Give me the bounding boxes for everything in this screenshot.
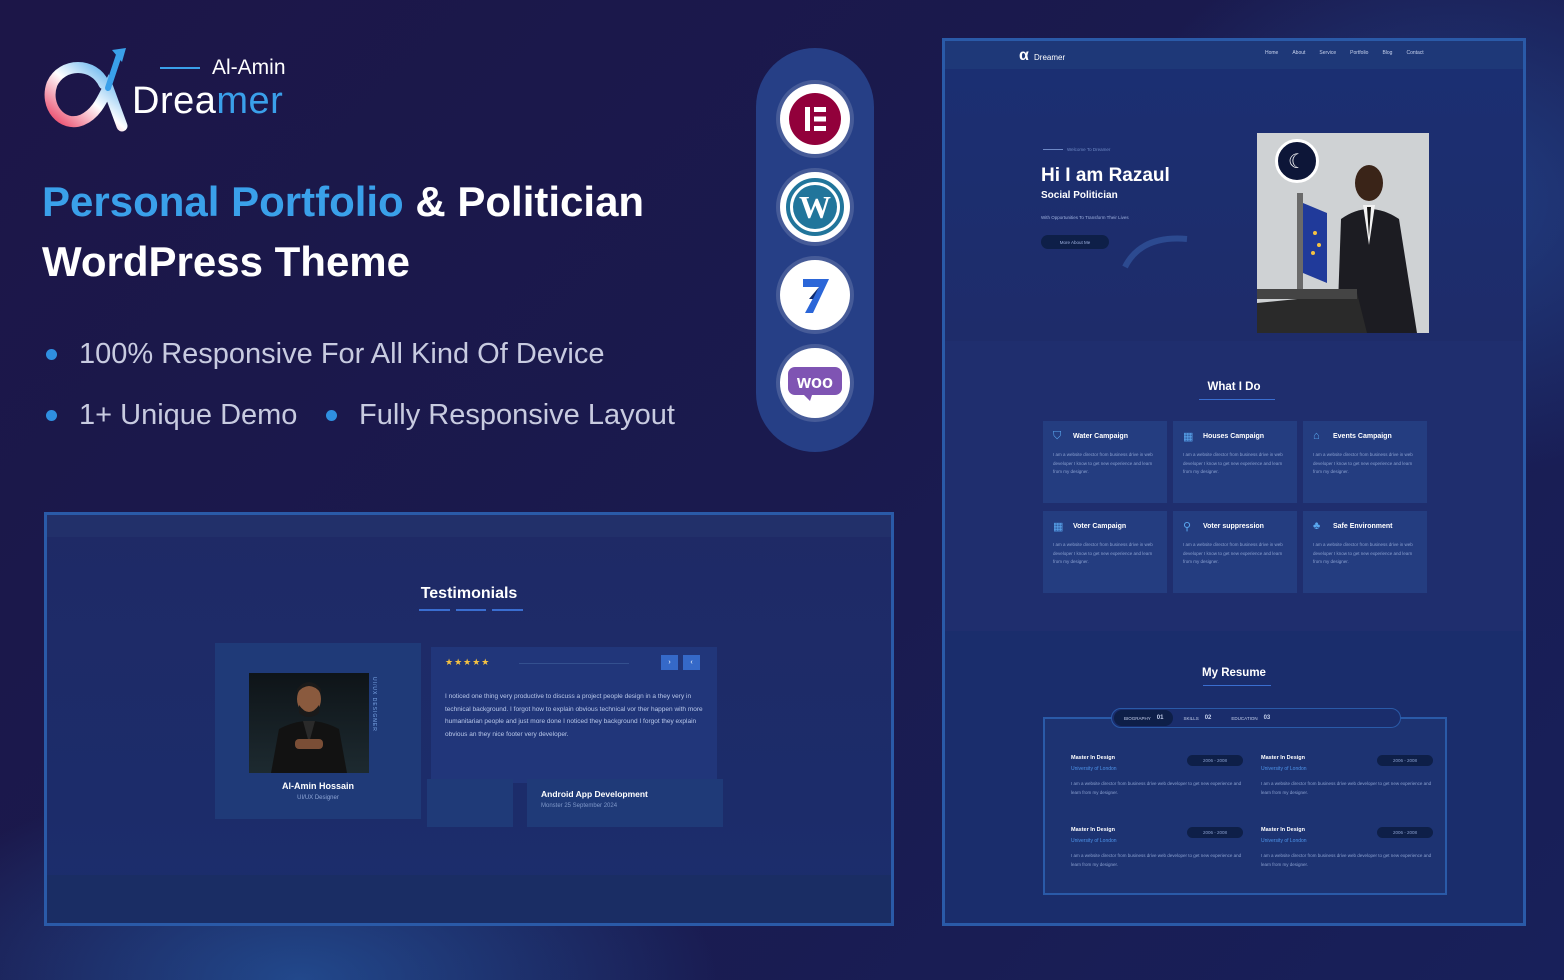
brand-name: Dreamer	[132, 80, 284, 122]
title-underline	[1199, 399, 1275, 400]
resume-item: Master In Design University of London 2006…	[1261, 827, 1433, 867]
title-line-2: WordPress Theme	[42, 238, 411, 285]
site-logo-text: Dreamer	[1034, 53, 1066, 62]
title-underline	[1203, 685, 1271, 686]
hero-tagline: With Opportunities To Transform Their Li…	[1041, 215, 1129, 220]
tree-icon: ♣	[1313, 520, 1321, 532]
tab-education[interactable]: EDUCATION 03	[1221, 710, 1280, 726]
more-about-button[interactable]: More About Me	[1041, 235, 1109, 249]
wordpress-icon: W	[780, 172, 850, 242]
resume-section: My Resume Master In Design University of …	[945, 631, 1523, 923]
what-i-do-title: What I Do	[1207, 381, 1261, 393]
bullet-icon	[46, 349, 57, 360]
panel-top-band	[47, 515, 891, 537]
nav-link-service[interactable]: Service	[1319, 50, 1336, 56]
calendar-icon: ▦	[1183, 431, 1194, 443]
testimonial-person-card: UI/UX DESIGNER Al-Amin Hossain UI/UX Des…	[215, 643, 421, 819]
resume-item: Master In Design University of London 2006…	[1261, 755, 1433, 795]
hero-section: Welcome To Dreamer Hi I am Razaul Social…	[945, 69, 1523, 341]
brand-logo: Al-Amin Dreamer	[42, 44, 302, 134]
service-card[interactable]: ▦ Voter Campaign I am a website director f…	[1043, 511, 1167, 593]
hero-welcome: Welcome To Dreamer	[1043, 147, 1110, 152]
title-highlight: Personal Portfolio	[42, 178, 404, 225]
tab-biography[interactable]: BIOGRAPHY 01	[1114, 710, 1174, 726]
dark-mode-toggle[interactable]: ☾	[1275, 139, 1319, 183]
project-title: Android App Development	[541, 789, 648, 799]
project-card[interactable]: Android App Development Monster 25 Septe…	[527, 779, 723, 827]
feature-item: 1+ Unique Demo	[46, 399, 297, 432]
bullet-icon	[46, 410, 57, 421]
service-card[interactable]: ⛉ Water Campaign I am a website director f…	[1043, 421, 1167, 503]
brand-top-word: Al-Amin	[160, 56, 286, 80]
feature-item: Fully Responsive Layout	[326, 399, 675, 432]
site-nav-links: Home About Service Portfolio Blog Contac…	[1265, 50, 1424, 56]
nav-link-portfolio[interactable]: Portfolio	[1350, 50, 1368, 56]
person-photo	[249, 673, 369, 773]
resume-tabs: BIOGRAPHY 01 SKILLS 02 EDUCATION 03	[1111, 708, 1401, 728]
what-i-do-section: What I Do ⛉ Water Campaign I am a website …	[945, 341, 1523, 631]
link-icon: ⚲	[1183, 521, 1192, 533]
quote-card: ★★★★★ › ‹ I noticed one thing very produ…	[431, 647, 717, 783]
woocommerce-icon: woo	[780, 348, 850, 418]
next-arrow-button[interactable]: ›	[661, 655, 678, 670]
resume-item: Master In Design University of London 2006…	[1071, 755, 1243, 795]
site-logo[interactable]: α Dreamer	[1019, 47, 1079, 65]
service-card[interactable]: ⚲ Voter suppression I am a website directo…	[1173, 511, 1297, 593]
site-navbar: α Dreamer Home About Service Portfolio B…	[945, 41, 1523, 69]
slide-card	[427, 779, 513, 827]
prev-arrow-button[interactable]: ‹	[683, 655, 700, 670]
title-rest: & Politician	[403, 178, 645, 225]
site-preview: α Dreamer Home About Service Portfolio B…	[942, 38, 1526, 926]
panel-footer-band	[47, 875, 891, 923]
service-card[interactable]: ⌂ Events Campaign I am a website director …	[1303, 421, 1427, 503]
page-title: Personal Portfolio & Politician WordPres…	[42, 172, 682, 292]
person-role: UI/UX Designer	[297, 795, 339, 801]
nav-link-contact[interactable]: Contact	[1406, 50, 1423, 56]
feature-item: 100% Responsive For All Kind Of Device	[46, 338, 604, 371]
project-date: Monster 25 September 2024	[541, 803, 618, 809]
decor-arc	[1122, 235, 1188, 269]
vertical-label: UI/UX DESIGNER	[371, 677, 377, 732]
svg-text:W: W	[799, 189, 831, 225]
shield-icon: ⛉	[1053, 430, 1062, 442]
rating-stars: ★★★★★	[445, 657, 491, 667]
quote-text: I noticed one thing very productive to d…	[445, 693, 703, 738]
testimonials-title: Testimonials	[420, 585, 518, 602]
testimonials-preview: Testimonials UI/UX DESIGNER Al-Amin Hoss…	[44, 512, 894, 926]
svg-text:woo: woo	[796, 372, 833, 392]
alpha-logo-icon: α	[1019, 47, 1029, 64]
nav-link-about[interactable]: About	[1292, 50, 1305, 56]
calendar-icon: ▦	[1053, 521, 1064, 533]
resume-box: Master In Design University of London 2006…	[1043, 717, 1447, 895]
resume-title: My Resume	[1202, 667, 1266, 679]
hero-greeting: Hi I am Razaul	[1041, 165, 1170, 186]
alpha-logo-icon	[44, 48, 128, 132]
nav-link-home[interactable]: Home	[1265, 50, 1278, 56]
service-card[interactable]: ♣ Safe Environment I am a website director…	[1303, 511, 1427, 593]
divider	[519, 663, 629, 664]
person-name: Al-Amin Hossain	[281, 781, 354, 791]
elementor-icon	[780, 84, 850, 154]
plugin-icons-pill: W woo	[756, 48, 874, 452]
service-card[interactable]: ▦ Houses Campaign I am a website director …	[1173, 421, 1297, 503]
seven-icon	[780, 260, 850, 330]
home-icon: ⌂	[1313, 430, 1320, 442]
resume-item: Master In Design University of London 2006…	[1071, 827, 1243, 867]
bullet-icon	[326, 410, 337, 421]
title-underline	[419, 609, 524, 611]
tab-skills[interactable]: SKILLS 02	[1173, 710, 1221, 726]
nav-link-blog[interactable]: Blog	[1382, 50, 1392, 56]
hero-role: Social Politician	[1041, 190, 1118, 201]
